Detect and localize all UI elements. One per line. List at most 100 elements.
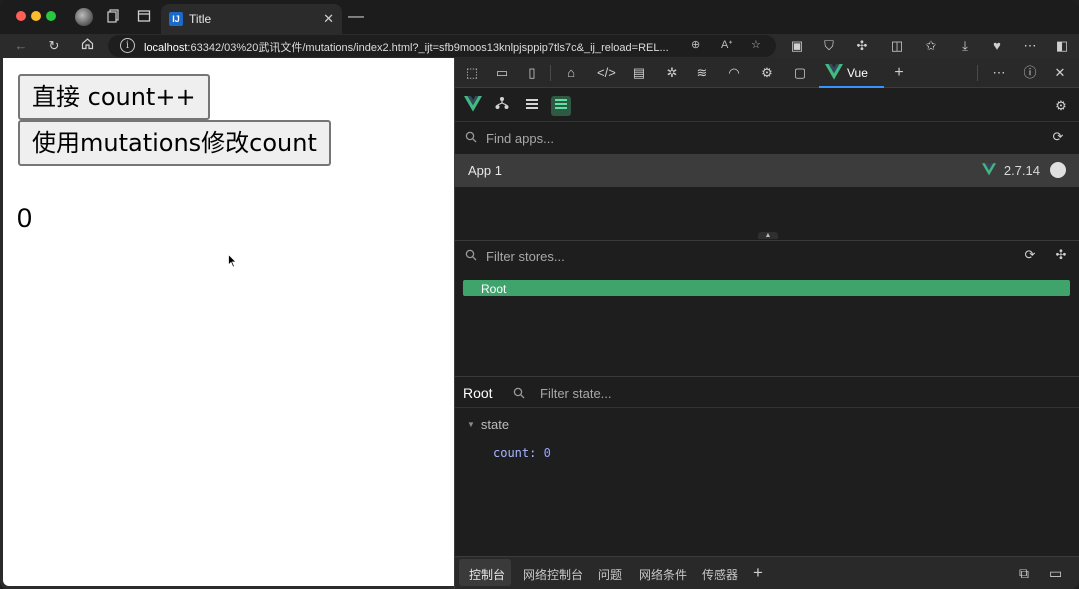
state-value[interactable]: 0	[544, 446, 551, 460]
filter-stores-row: ⟳ ✣	[455, 240, 1079, 270]
help-icon[interactable]: ⓘ	[1021, 64, 1039, 82]
url-host: localhost	[144, 42, 188, 54]
increment-count-button[interactable]: 直接 count++	[18, 74, 210, 120]
refresh-stores-icon[interactable]: ⟳	[1021, 246, 1039, 264]
page-viewport: 直接 count++ 使用mutations修改count 0	[3, 58, 454, 586]
extension-puzzle-icon[interactable]: ✣	[853, 37, 871, 55]
url-text[interactable]: localhost:63342/03%20武讯文件/mutations/inde…	[144, 39, 684, 55]
mutation-count-button[interactable]: 使用mutations修改count	[18, 120, 331, 166]
downloads-icon[interactable]: ⤓	[956, 37, 974, 55]
console-icon[interactable]: ▤	[630, 64, 648, 82]
home-icon[interactable]	[78, 37, 96, 55]
workspaces-icon[interactable]	[106, 9, 122, 25]
sidebar-toggle-icon[interactable]: ◧	[1053, 37, 1071, 55]
tab-close-icon[interactable]: ✕	[323, 11, 334, 27]
back-icon[interactable]: ←	[12, 37, 30, 55]
close-devtools-icon[interactable]: ✕	[1051, 64, 1069, 82]
state-panel-header: Root	[455, 376, 1079, 408]
shield-icon[interactable]: ⛉	[820, 37, 838, 55]
navigation-bar: ← ↻ i localhost:63342/03%20武讯文件/mutation…	[0, 34, 1079, 58]
drawer-tab-issues[interactable]: 问题	[598, 566, 622, 583]
vue-version: 2.7.14	[1003, 163, 1040, 178]
undock-drawer-icon[interactable]: ⧉	[1019, 565, 1029, 582]
close-window-button[interactable]	[16, 11, 26, 21]
more-menu-icon[interactable]: ⋯	[1021, 37, 1039, 55]
vertical-tabs-icon[interactable]	[136, 9, 152, 25]
zoom-window-button[interactable]	[46, 11, 56, 21]
state-key: count	[493, 446, 530, 460]
memory-chip-icon[interactable]: ⚙	[758, 64, 776, 82]
tab-vue[interactable]: Vue	[819, 58, 884, 88]
tab-bar: IJ Title ✕ —	[0, 0, 1079, 34]
reload-icon[interactable]: ↻	[45, 37, 63, 55]
sources-bug-icon[interactable]: ✲	[663, 64, 681, 82]
collapse-drawer-icon[interactable]: ▭	[1049, 565, 1062, 582]
component-tree-icon[interactable]	[492, 96, 512, 116]
devtools-toolbar: ⬚ ▭ ▯ ⌂ </> ▤ ✲ ≋ ◠ ⚙ ▢ Vue + ⋯ ⓘ ✕	[455, 58, 1079, 88]
url-path: :63342/03%20武讯文件/mutations/index2.html?_…	[187, 42, 669, 54]
timeline-icon[interactable]	[522, 96, 542, 116]
tab-title: Title	[189, 12, 212, 26]
drawer-tab-network-conditions[interactable]: 网络条件	[639, 566, 687, 583]
search-icon	[465, 249, 477, 261]
filter-state-input[interactable]	[540, 384, 940, 402]
state-property-row[interactable]: count: 0	[493, 446, 551, 460]
plugin-puzzle-icon[interactable]: ✣	[1052, 246, 1070, 264]
store-item-root[interactable]: Root	[463, 280, 1070, 296]
performance-icon[interactable]: ♥	[988, 37, 1006, 55]
search-icon	[465, 131, 477, 143]
favorite-star-icon[interactable]: ☆	[751, 38, 761, 51]
app-name: App 1	[468, 163, 502, 178]
network-wifi-icon[interactable]: ≋	[693, 64, 711, 82]
drawer-tab-console[interactable]: 控制台	[469, 566, 505, 583]
refresh-apps-icon[interactable]: ⟳	[1049, 128, 1067, 146]
settings-gear-icon[interactable]: ⚙	[1051, 96, 1071, 116]
site-info-icon[interactable]: i	[120, 38, 135, 53]
dock-side-icon[interactable]: ▯	[523, 64, 541, 82]
tab-favicon-icon: IJ	[169, 12, 183, 26]
read-aloud-icon[interactable]: Aᐩ	[721, 38, 733, 51]
app-settings-icon[interactable]	[1050, 162, 1066, 178]
state-section-toggle[interactable]: ▼ state	[467, 417, 509, 432]
extension-game-icon[interactable]: ▣	[788, 37, 806, 55]
state-section-label: state	[480, 417, 510, 432]
more-tools-icon[interactable]: ⋯	[990, 64, 1008, 82]
state-panel-title: Root	[463, 385, 493, 401]
add-panel-icon[interactable]: +	[890, 64, 908, 82]
welcome-home-icon[interactable]: ⌂	[562, 64, 580, 82]
pinia-store-icon[interactable]	[551, 96, 571, 116]
add-drawer-tab-icon[interactable]: +	[753, 563, 763, 583]
vue-logo-icon	[825, 64, 843, 80]
performance-gauge-icon[interactable]: ◠	[725, 64, 743, 82]
devtools-panel: ⬚ ▭ ▯ ⌂ </> ▤ ✲ ≋ ◠ ⚙ ▢ Vue + ⋯ ⓘ ✕ ⚙ Fi…	[454, 58, 1079, 589]
split-screen-icon[interactable]: ◫	[888, 37, 906, 55]
browser-window: IJ Title ✕ — ← ↻ i localhost:63342/03%20…	[0, 0, 1079, 589]
browser-tab[interactable]: IJ Title ✕	[161, 4, 342, 34]
find-apps-row: ⟳	[455, 123, 1079, 153]
new-tab-icon[interactable]: —	[348, 8, 364, 26]
filter-stores-input[interactable]	[486, 247, 886, 265]
vue-version-logo-icon	[982, 163, 996, 176]
vue-devtools-nav: ⚙	[455, 89, 1079, 122]
find-apps-input[interactable]	[486, 129, 886, 147]
count-display: 0	[17, 203, 33, 233]
inspect-element-icon[interactable]: ⬚	[463, 64, 481, 82]
device-emulation-icon[interactable]: ▭	[493, 64, 511, 82]
store-label: Root	[481, 282, 507, 296]
address-bar[interactable]: i localhost:63342/03%20武讯文件/mutations/in…	[108, 35, 776, 57]
drawer-tab-sensors[interactable]: 传感器	[702, 566, 738, 583]
zoom-icon[interactable]: ⊕	[691, 38, 700, 51]
vue-home-logo-icon[interactable]	[463, 96, 483, 116]
favorites-icon[interactable]: ✩	[922, 37, 940, 55]
split-pane-handle[interactable]: ▲	[758, 232, 778, 239]
toolbar-divider	[550, 65, 551, 81]
elements-icon[interactable]: </>	[597, 64, 616, 82]
app-list-item[interactable]: App 1 2.7.14	[455, 154, 1079, 187]
minimize-window-button[interactable]	[31, 11, 41, 21]
vue-tab-label: Vue	[847, 66, 868, 80]
profile-avatar[interactable]	[75, 8, 93, 26]
filter-state-search-icon	[513, 387, 525, 399]
drawer-tab-network-console[interactable]: 网络控制台	[523, 566, 583, 583]
application-icon[interactable]: ▢	[791, 64, 809, 82]
toolbar-divider-right	[977, 65, 978, 81]
